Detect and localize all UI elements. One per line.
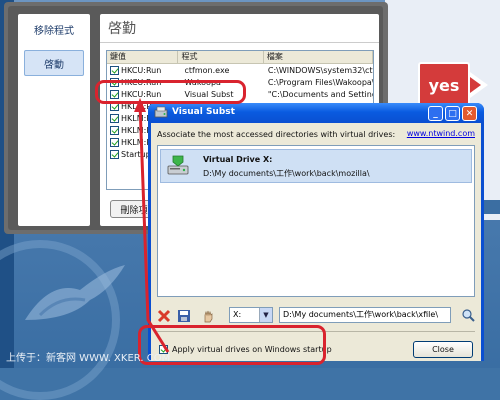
- settings-sidebar: 移除程式 啓動: [18, 14, 90, 226]
- divider: [100, 42, 379, 43]
- drive-toolbar: X: ▼ D:\My documents\工作\work\back\xfile\: [157, 307, 475, 325]
- minimize-button[interactable]: _: [428, 106, 443, 121]
- page-title: 啓勤: [108, 21, 136, 37]
- website-link[interactable]: www.ntwind.com: [407, 129, 475, 138]
- table-row[interactable]: HKCU:Run ctfmon.exe C:\WINDOWS\system32\ct…: [107, 64, 373, 76]
- column-header-program[interactable]: 程式: [178, 51, 264, 63]
- virtual-drive-list[interactable]: Virtual Drive X: D:\My documents\工作\work…: [157, 145, 475, 297]
- row-checkbox[interactable]: [110, 65, 119, 75]
- wing-logo-icon: [25, 265, 125, 320]
- drive-letter-select[interactable]: X: ▼: [229, 307, 273, 323]
- hand-icon[interactable]: [201, 309, 215, 323]
- cell-file: "C:\Documents and Settings\ch: [267, 89, 373, 99]
- close-window-button[interactable]: ✕: [462, 106, 477, 121]
- window-titlebar[interactable]: Visual Subst _ □ ✕: [148, 103, 484, 123]
- cell-file: C:\Program Files\Wakoopa\Wak: [267, 77, 373, 87]
- window-title: Visual Subst: [172, 107, 235, 117]
- save-icon[interactable]: [177, 309, 191, 323]
- column-header-file[interactable]: 檔案: [264, 51, 373, 63]
- row-checkbox[interactable]: [110, 125, 119, 135]
- description-text: Associate the most accessed directories …: [157, 130, 396, 139]
- yes-badge: yes: [418, 62, 470, 108]
- column-header-key[interactable]: 鍵值: [107, 51, 179, 63]
- drive-name: Virtual Drive X:: [203, 155, 273, 164]
- sidebar-item-startup[interactable]: 啓動: [24, 50, 84, 76]
- yes-label: yes: [428, 75, 460, 95]
- app-icon: [154, 106, 168, 118]
- list-header: 鍵值 程式 檔案: [107, 51, 373, 64]
- drive-icon: [167, 155, 189, 175]
- row-checkbox[interactable]: [110, 137, 119, 147]
- upload-watermark: 上传于：新客网 WWW. XKER. COM: [6, 353, 171, 364]
- folder-path-input[interactable]: D:\My documents\工作\work\back\xfile\: [279, 307, 451, 323]
- visual-subst-window: Visual Subst _ □ ✕ Associate the most ac…: [148, 103, 484, 361]
- highlight-visual-subst-row: [95, 80, 246, 104]
- maximize-button[interactable]: □: [445, 106, 460, 121]
- close-button[interactable]: Close: [413, 341, 473, 358]
- yes-arrow-inner: [470, 77, 481, 93]
- drive-path: D:\My documents\工作\work\back\mozilla\: [203, 169, 370, 178]
- sidebar-item-uninstall[interactable]: 移除程式: [24, 16, 84, 42]
- row-checkbox[interactable]: [110, 149, 119, 159]
- drive-letter-value: X:: [233, 310, 242, 319]
- cell-program: ctfmon.exe: [184, 65, 230, 75]
- delete-icon[interactable]: [157, 309, 171, 323]
- browse-icon[interactable]: [461, 308, 475, 322]
- chevron-down-icon[interactable]: ▼: [259, 308, 272, 322]
- list-item[interactable]: Virtual Drive X: D:\My documents\工作\work…: [160, 149, 472, 183]
- row-checkbox[interactable]: [110, 113, 119, 123]
- cell-file: C:\WINDOWS\system32\ctfmon: [267, 65, 373, 75]
- cell-key: HKCU:Run: [121, 65, 162, 75]
